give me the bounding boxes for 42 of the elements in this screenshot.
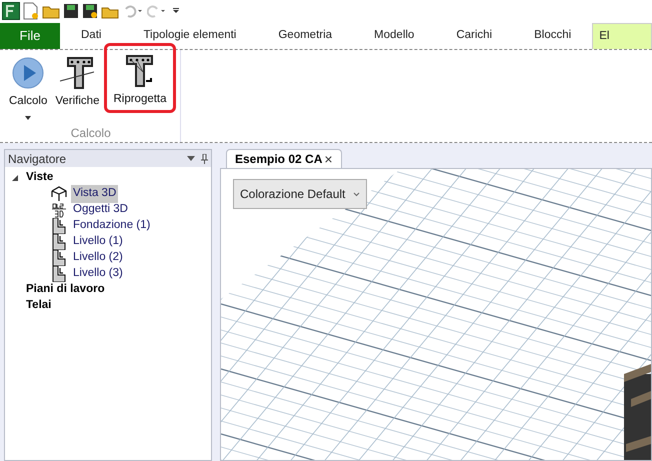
save-as-icon[interactable] [82, 3, 98, 19]
cube-icon [50, 186, 68, 202]
ribbon-button[interactable]: Riprogetta [104, 43, 176, 114]
dropdown-arrow-icon [25, 116, 32, 120]
new-file-icon[interactable] [23, 2, 39, 20]
level-plan-icon [50, 234, 68, 250]
level-plan-icon [50, 218, 68, 234]
expanded-arrow-icon[interactable] [11, 174, 19, 182]
tree-item[interactable]: Livello (1) [71, 233, 125, 251]
level-plan-icon [50, 250, 68, 266]
obj-3d-icon [50, 202, 68, 218]
tree-item[interactable]: Piani di lavoro [25, 281, 106, 299]
document-tab[interactable]: Esempio 02 CA× [226, 149, 342, 168]
tree-item[interactable]: Oggetti 3D [71, 201, 130, 219]
app-logo-icon [2, 2, 20, 20]
file-tab[interactable]: File [0, 23, 60, 49]
pin-icon[interactable] [201, 154, 208, 164]
ribbon-tab[interactable]: Geometria [257, 23, 354, 49]
play-icon [12, 57, 44, 89]
customize-dropdown-icon[interactable] [172, 7, 180, 15]
tree-item[interactable]: Fondazione (1) [71, 217, 152, 235]
group-label: Calcolo [70, 125, 112, 142]
level-plan-icon [50, 266, 68, 282]
tree-item[interactable]: Vista 3D [71, 185, 118, 203]
ribbon-button[interactable]: Calcolo [6, 53, 50, 126]
coloring-dropdown[interactable]: Colorazione Default [233, 179, 367, 209]
dropdown-icon[interactable] [187, 156, 195, 161]
panel-title: Navigatore [8, 150, 66, 168]
ribbon-tab[interactable]: Modello [353, 23, 436, 49]
tree-item[interactable]: Livello (2) [71, 249, 125, 267]
ribbon-tab[interactable]: El [592, 23, 652, 49]
save-icon[interactable] [63, 3, 79, 19]
tree-item[interactable]: Telai [25, 297, 52, 315]
ribbon-tab[interactable]: Blocchi [513, 23, 592, 49]
tree-item[interactable]: Viste [25, 169, 54, 187]
ribbon-tab[interactable]: Carichi [435, 23, 514, 49]
chevron-down-icon [353, 192, 360, 196]
t-beam-redesign-icon [124, 55, 156, 87]
ribbon-button[interactable]: Verifiche [52, 53, 102, 116]
close-tab-button[interactable]: × [324, 152, 333, 166]
tree-item[interactable]: Livello (3) [71, 265, 125, 283]
t-beam-section-icon [60, 57, 94, 89]
